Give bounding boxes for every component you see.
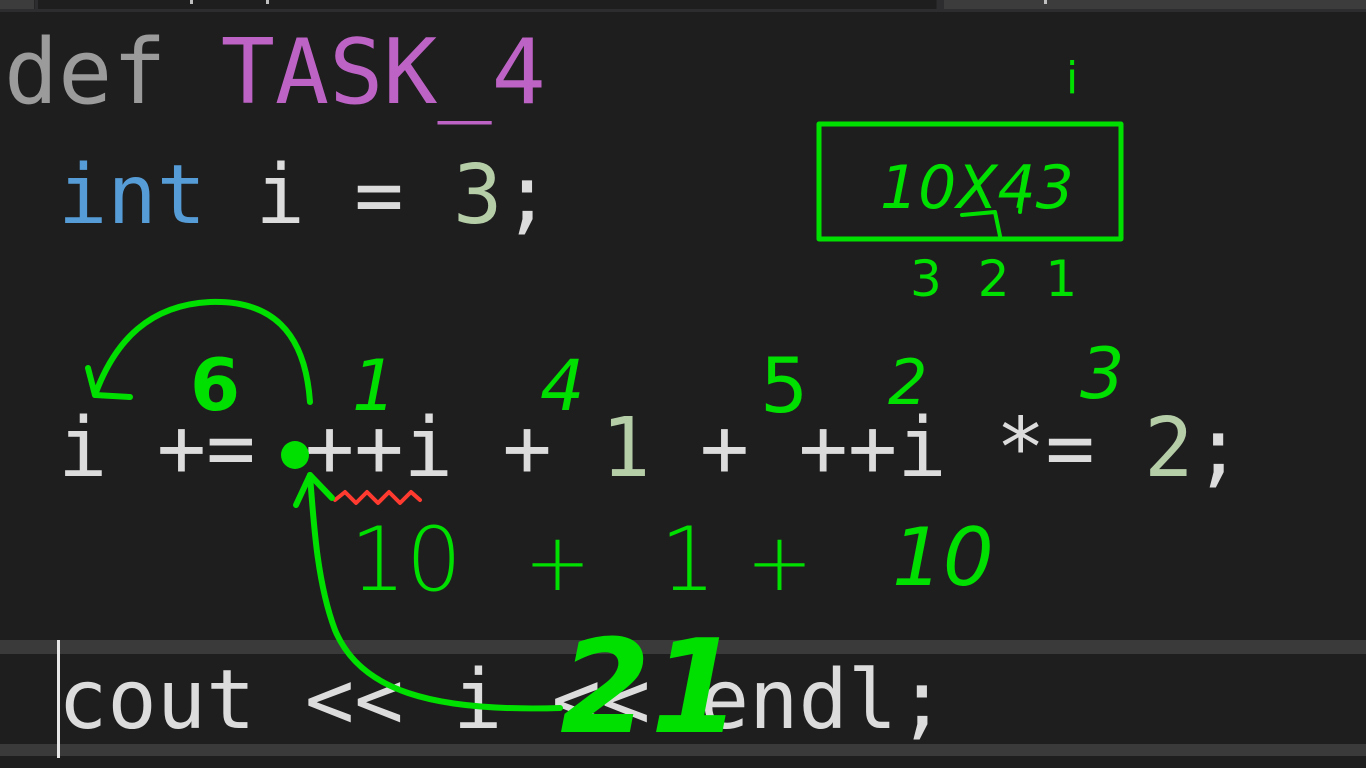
editor-tab-active[interactable] xyxy=(38,0,937,9)
assignment-arrowhead xyxy=(85,365,133,400)
code-line-expression[interactable]: i += ++i + 1 + ++i *= 2; xyxy=(58,408,1243,490)
annotation-strike xyxy=(960,174,1026,238)
operand-value: + xyxy=(746,516,813,609)
tab-strip xyxy=(0,0,1366,12)
operand-value: 10 xyxy=(892,511,994,604)
annotation-below-box: 3 2 1 xyxy=(910,250,1087,308)
annotation-box-text: 10X43 xyxy=(880,153,1074,223)
macro-name: TASK_4 xyxy=(220,20,546,125)
declaration-text: i = xyxy=(206,148,453,243)
tab-glyph xyxy=(266,0,269,4)
operand-value: + xyxy=(524,516,591,609)
assignment-arrow xyxy=(92,298,313,405)
annotation-label-i: i xyxy=(1066,53,1078,104)
output-statement: cout << i << endl; xyxy=(58,653,947,748)
expression-part: + ++i *= xyxy=(650,401,1145,496)
code-line-define[interactable]: def TASK_4 xyxy=(4,28,546,118)
literal-3: 3 xyxy=(452,148,503,243)
semicolon: ; xyxy=(502,148,552,243)
operand-value: 10 xyxy=(350,508,462,611)
keyword-int: int xyxy=(58,148,207,243)
code-editor-screen: def TASK_4 int i = 3; i += ++i + 1 + ++i… xyxy=(0,0,1366,768)
expression-lhs: i += xyxy=(58,401,305,496)
semicolon: ; xyxy=(1193,401,1243,496)
code-line-declaration[interactable]: int i = 3; xyxy=(58,155,552,237)
tab-glyph xyxy=(1044,0,1047,4)
literal-1: 1 xyxy=(601,401,651,496)
keyword-def: def xyxy=(4,20,167,125)
annotation-box xyxy=(816,121,1124,242)
editor-tab[interactable] xyxy=(944,0,1366,9)
tab-glyph xyxy=(190,0,193,4)
literal-2: 2 xyxy=(1144,401,1194,496)
code-line-output[interactable]: cout << i << endl; xyxy=(58,660,947,742)
operand-value: 1 xyxy=(660,508,716,611)
editor-tab[interactable] xyxy=(0,0,35,9)
text-cursor xyxy=(57,640,60,758)
expression-part: ++i + xyxy=(304,401,602,496)
